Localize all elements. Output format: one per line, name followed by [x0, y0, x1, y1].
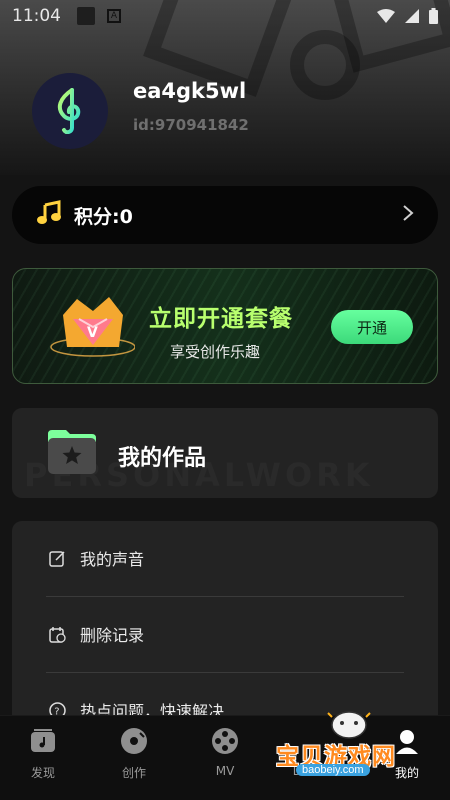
status-time: 11:04: [12, 6, 61, 26]
music-note-icon: [36, 200, 62, 230]
calendar-delete-icon: [48, 625, 66, 643]
menu-item-label: 我的声音: [80, 550, 145, 569]
vip-subtitle: 享受创作乐趣: [170, 343, 261, 361]
nav-create[interactable]: 创作: [99, 726, 169, 781]
disc-icon: [119, 726, 149, 756]
site-logo-url: baobeiy.com: [296, 764, 370, 776]
nav-mv[interactable]: MV: [190, 726, 260, 778]
edit-icon: [48, 549, 66, 567]
menu-item-label: 删除记录: [80, 626, 145, 645]
film-reel-icon: [210, 726, 240, 756]
points-label: 积分:0: [74, 205, 133, 228]
works-title: 我的作品: [118, 446, 207, 471]
my-works-card[interactable]: PERSONALWORK 我的作品: [12, 408, 438, 498]
signal-icon: [405, 9, 419, 23]
site-watermark-logo: 宝贝游戏网 baobeiy.com: [276, 707, 426, 777]
battery-icon: [429, 8, 438, 24]
menu-item-my-voice[interactable]: 我的声音: [12, 521, 438, 595]
app-notification-icon: A: [107, 9, 121, 23]
open-vip-button[interactable]: 开通: [331, 310, 413, 344]
folder-star-icon: [46, 428, 98, 480]
wifi-icon: [377, 9, 395, 23]
music-note-icon: [28, 726, 58, 756]
username: ea4gk5wl: [133, 79, 247, 103]
gamepad-mascot-icon: [327, 711, 371, 739]
nav-label: 发现: [30, 766, 55, 780]
vip-promo-card[interactable]: V 立即开通套餐 享受创作乐趣 开通: [12, 268, 438, 384]
user-id: id:970941842: [133, 116, 249, 134]
nav-label: 创作: [121, 766, 146, 780]
svg-text:V: V: [87, 325, 98, 341]
crown-diamond-icon: V: [49, 289, 136, 371]
nav-label: MV: [215, 764, 235, 778]
points-card[interactable]: 积分:0: [12, 186, 438, 244]
menu-item-delete-records[interactable]: 删除记录: [12, 597, 438, 671]
chevron-right-icon: [402, 204, 414, 226]
avatar[interactable]: [32, 73, 108, 149]
vip-title: 立即开通套餐: [149, 306, 293, 332]
music-logo-icon: [57, 88, 81, 134]
notification-icon: [77, 7, 95, 25]
status-bar: 11:04 A: [0, 0, 450, 32]
nav-discover[interactable]: 发现: [8, 726, 78, 781]
